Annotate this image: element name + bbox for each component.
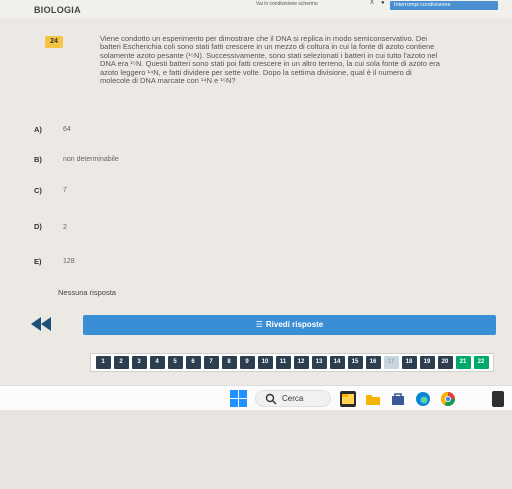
share-screen-link[interactable]: Vai in condivisione schermo [256,1,318,7]
option-e-text[interactable]: 128 [63,258,75,265]
question-number-badge: 24 [45,36,63,48]
record-dot-icon: ● [381,0,385,6]
question-nav-12[interactable]: 12 [293,356,309,369]
file-explorer-icon[interactable] [340,391,356,407]
question-nav-8[interactable]: 8 [221,356,237,369]
question-nav-18[interactable]: 18 [401,356,417,369]
question-nav-1[interactable]: 1 [95,356,111,369]
question-nav-17[interactable]: 17 [383,356,399,369]
question-nav-2[interactable]: 2 [113,356,129,369]
search-icon [265,393,277,405]
taskbar-search[interactable]: Cerca [255,390,331,407]
question-nav-15[interactable]: 15 [347,356,363,369]
question-nav-10[interactable]: 10 [257,356,273,369]
folder-icon[interactable] [365,391,381,407]
option-d-letter[interactable]: D) [34,222,42,231]
taskbar: Cerca [0,385,512,411]
option-e-letter[interactable]: E) [34,257,42,266]
search-label: Cerca [282,394,304,403]
review-answers-button[interactable]: ☰ Rivedi risposte [83,315,496,335]
option-c-letter[interactable]: C) [34,186,42,195]
review-answers-label: Rivedi risposte [265,320,324,329]
question-nav-13[interactable]: 13 [311,356,327,369]
question-nav-20[interactable]: 20 [437,356,453,369]
no-answer-option[interactable]: Nessuna risposta [58,288,116,297]
question-nav-9[interactable]: 9 [239,356,255,369]
edge-icon[interactable] [415,391,431,407]
option-a-letter[interactable]: A) [34,125,42,134]
store-icon[interactable] [390,391,406,407]
question-text: Viene condotto un esperimento per dimost… [100,34,500,86]
windows-start-icon[interactable] [230,390,247,407]
overflow-icon[interactable] [492,391,504,407]
option-d-text[interactable]: 2 [63,224,67,231]
option-c-text[interactable]: 7 [63,187,67,194]
question-nav-21[interactable]: 21 [455,356,471,369]
question-nav-14[interactable]: 14 [329,356,345,369]
close-share-icon[interactable]: X [370,0,374,6]
option-b-text[interactable]: non determinabile [63,156,119,163]
question-nav-7[interactable]: 7 [203,356,219,369]
question-line: molecole di DNA marcate con ¹⁴N e ¹⁵N? [100,76,236,86]
option-a-text[interactable]: 64 [63,126,71,133]
question-nav-19[interactable]: 19 [419,356,435,369]
subject-title: BIOLOGIA [34,5,81,15]
question-nav-4[interactable]: 4 [149,356,165,369]
desk-background [0,410,512,489]
question-nav-3[interactable]: 3 [131,356,147,369]
question-nav-6[interactable]: 6 [185,356,201,369]
question-nav-11[interactable]: 11 [275,356,291,369]
question-nav-16[interactable]: 16 [365,356,381,369]
top-bar: BIOLOGIA Vai in condivisione schermo X ●… [0,0,512,18]
stop-sharing-button[interactable]: Interrompi condivisione [390,1,498,10]
chrome-icon[interactable] [440,391,456,407]
back-double-arrow-icon[interactable] [30,316,52,332]
option-b-letter[interactable]: B) [34,155,42,164]
question-nav-5[interactable]: 5 [167,356,183,369]
list-icon: ☰ [255,320,263,329]
question-navigator: 1 2 3 4 5 6 7 8 9 10 11 12 13 14 15 16 17 18 19 20 21 22 [90,353,494,372]
question-nav-22[interactable]: 22 [473,356,489,369]
